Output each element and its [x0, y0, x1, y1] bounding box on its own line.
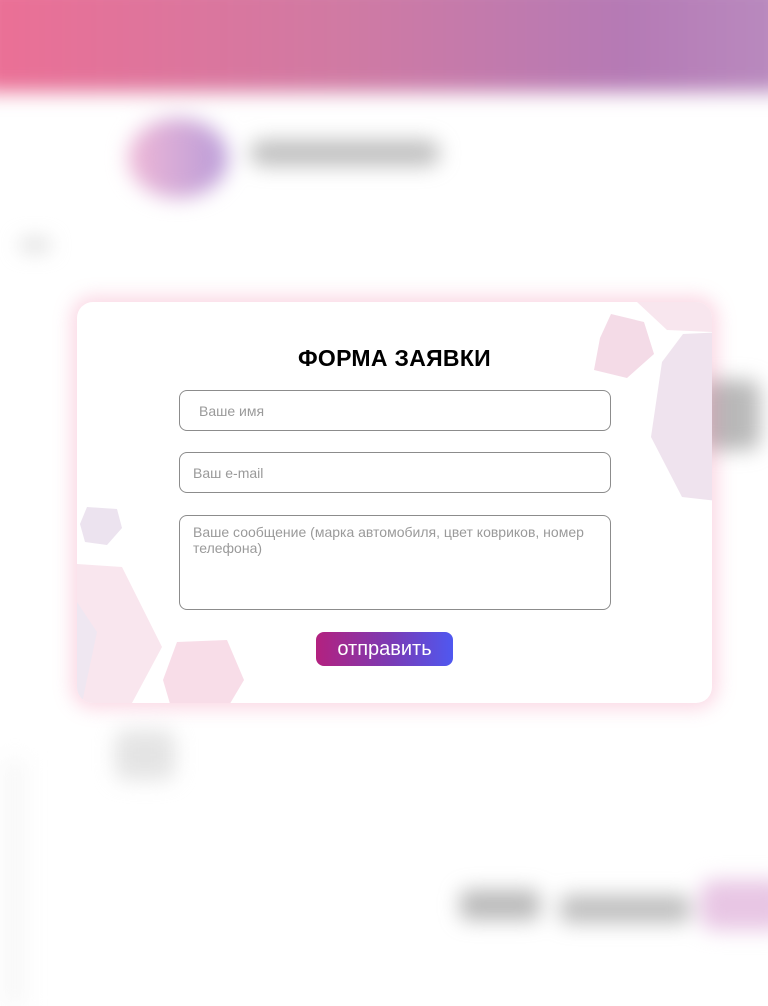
- email-input[interactable]: [179, 452, 611, 493]
- name-input[interactable]: [179, 390, 611, 431]
- message-textarea[interactable]: [179, 515, 611, 610]
- background-footer-text: [560, 895, 690, 923]
- request-form-modal: ФОРМА ЗАЯВКИ отправить: [77, 302, 712, 703]
- background-text-fragment: [20, 240, 50, 250]
- page: ФОРМА ЗАЯВКИ отправить: [0, 0, 768, 1006]
- background-footer-text: [460, 890, 540, 920]
- background-logo-text: [250, 140, 440, 166]
- background-header: [0, 0, 768, 92]
- background-footer-button: [700, 880, 768, 930]
- form-title: ФОРМА ЗАЯВКИ: [297, 345, 492, 371]
- background-edge-strip: [4, 760, 26, 1006]
- background-logo: [128, 118, 228, 198]
- background-text-fragment: [115, 730, 175, 780]
- submit-button[interactable]: отправить: [316, 632, 453, 666]
